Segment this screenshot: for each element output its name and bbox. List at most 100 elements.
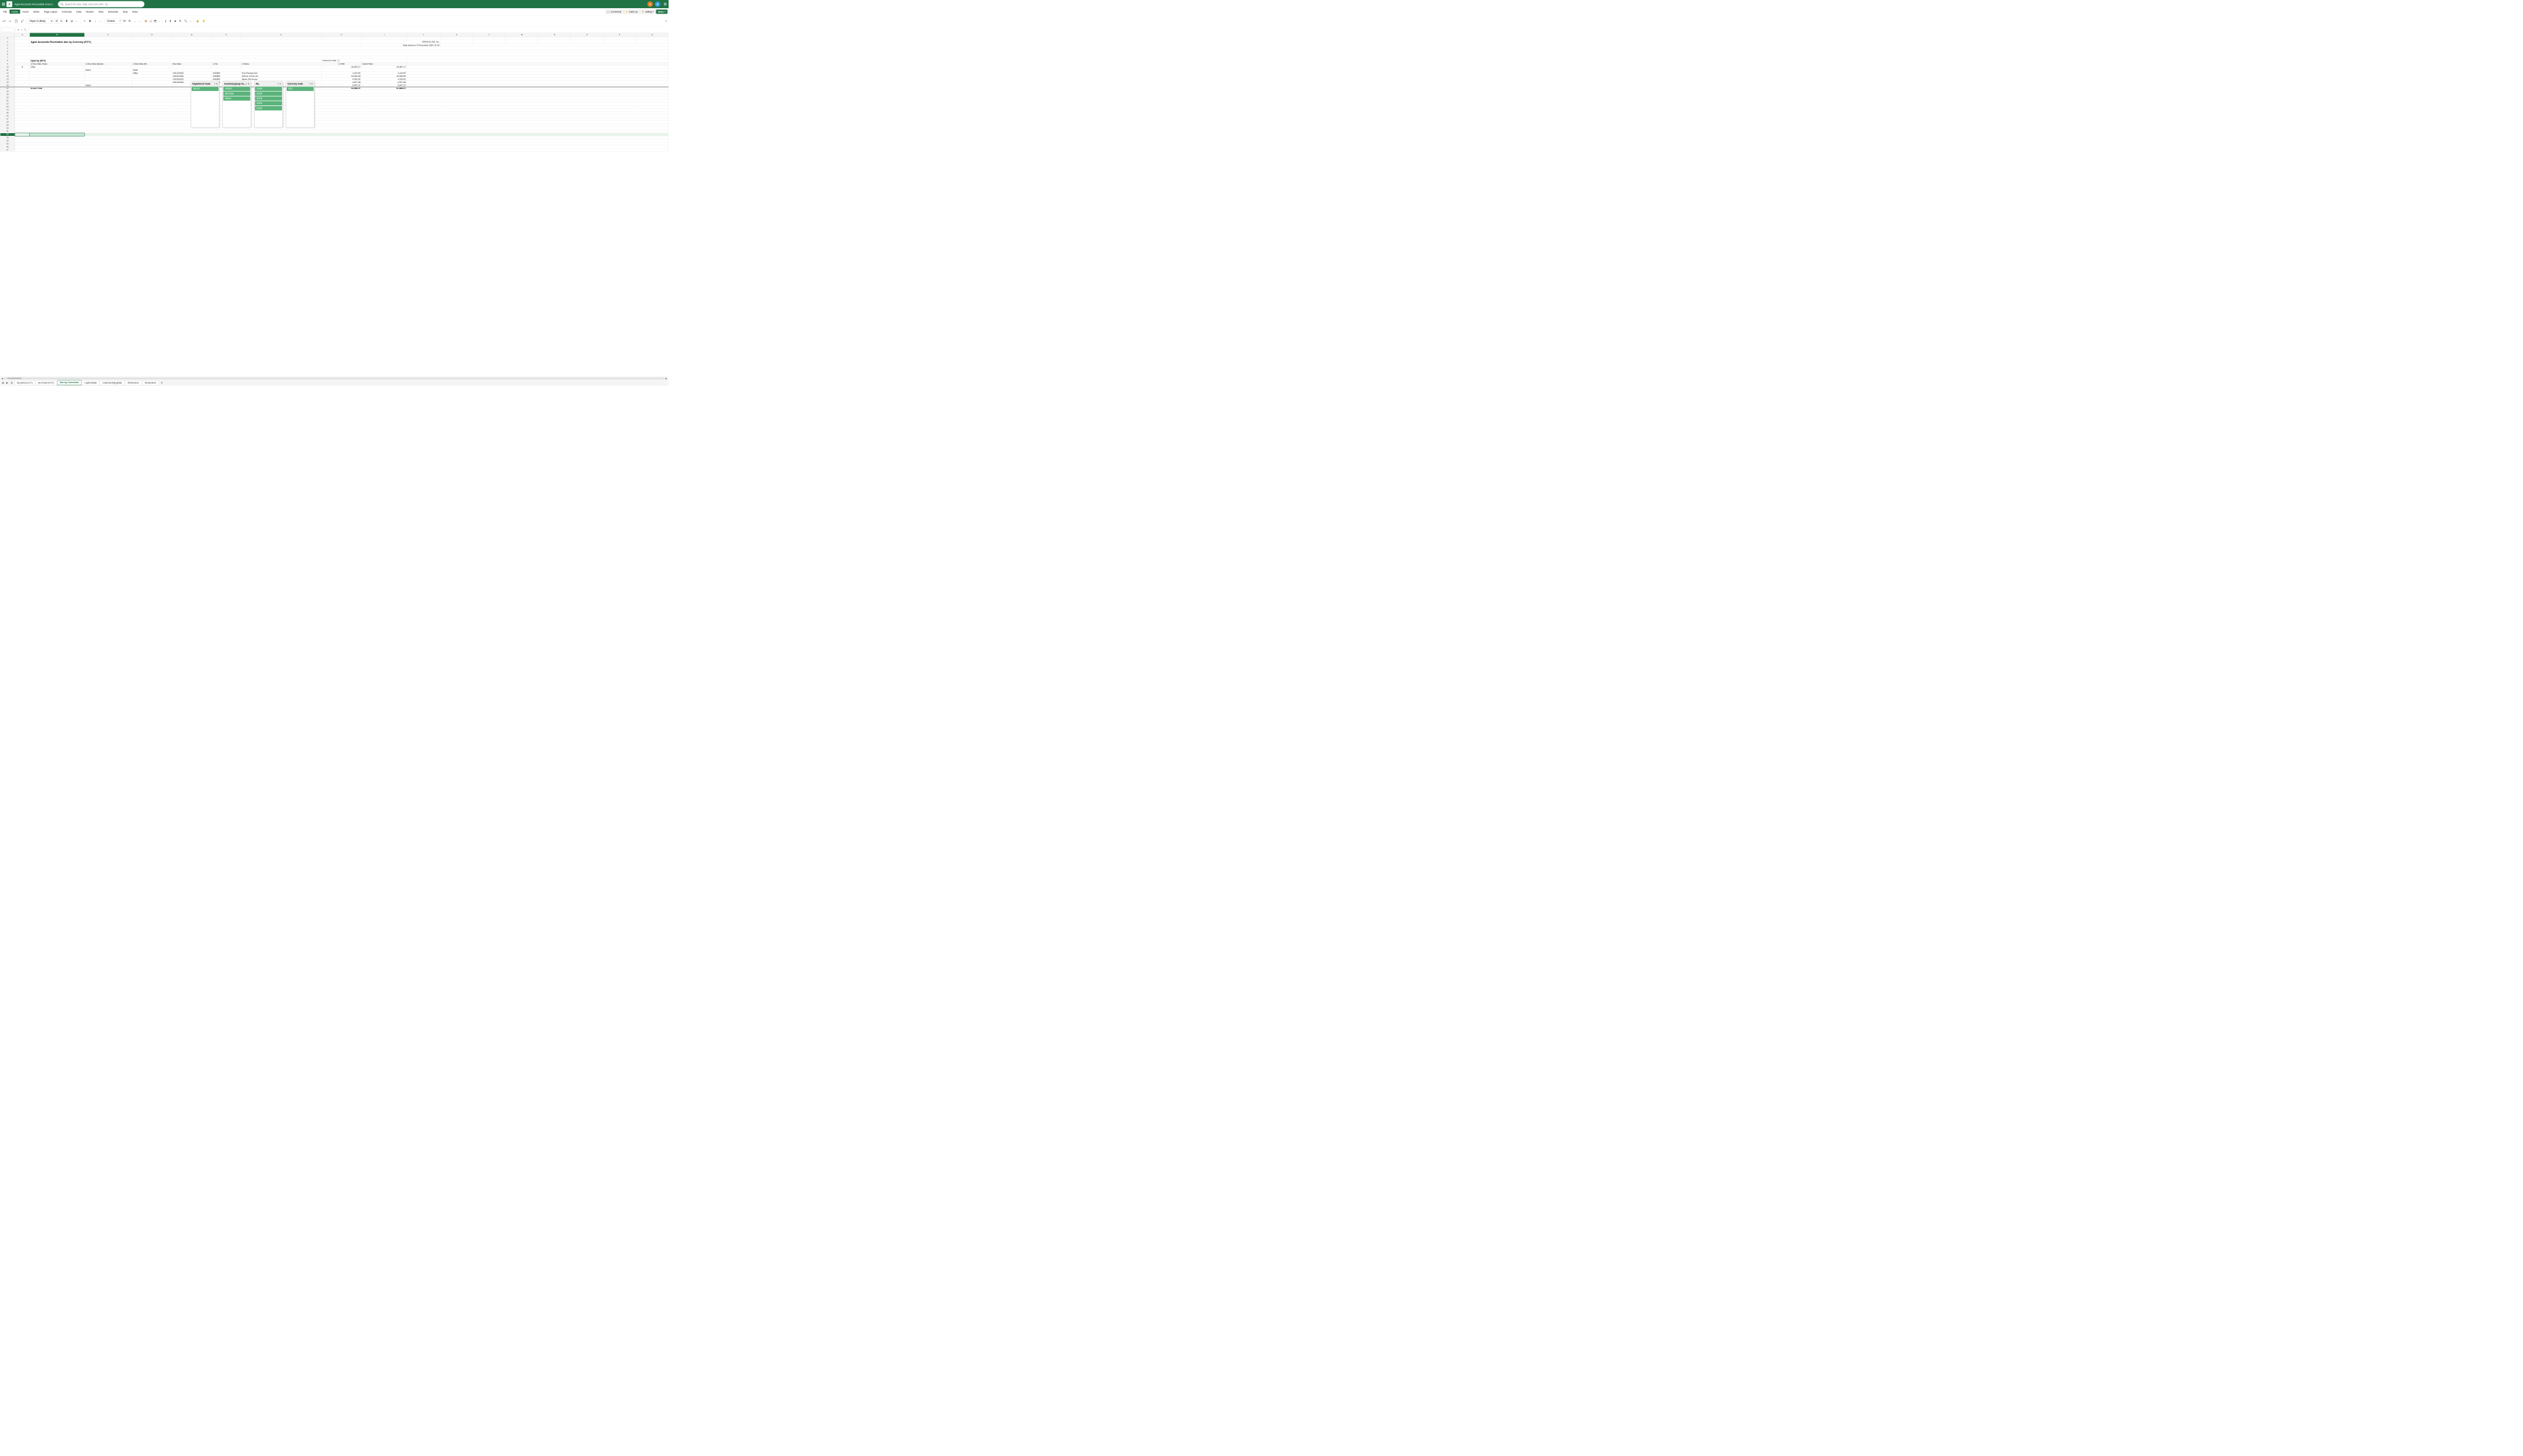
hscroll-thumb[interactable] [7, 378, 22, 379]
cell-h8[interactable]: Currency Code ▾ [321, 59, 361, 63]
hscroll[interactable]: ◀ ▶ [0, 377, 669, 380]
menu-item-home[interactable]: Home [10, 10, 20, 14]
bold-button[interactable]: B [65, 18, 69, 23]
menu-item-help[interactable]: Help [120, 10, 129, 14]
align-icon-button[interactable]: ↕ [93, 18, 98, 23]
catchup-button[interactable]: ⚡ Catch up [624, 10, 640, 14]
align-wrap-button[interactable]: ⊞ [88, 18, 92, 23]
editing-button[interactable]: ✏️ Editing ▾ [640, 10, 656, 14]
sheet-tab-caption-data[interactable]: CaptionData [82, 380, 100, 385]
currency-code-filter[interactable]: ▾ [337, 59, 339, 62]
search-bar[interactable]: 🔍 [58, 1, 144, 7]
user-icon-1[interactable]: A [648, 1, 653, 7]
settings-icon[interactable]: ⚙ [664, 2, 667, 7]
menu-item-data[interactable]: Data [74, 10, 84, 14]
slicer-filter-icon-cg[interactable]: ≡ [246, 83, 247, 85]
sheet-tab-dimension2[interactable]: Dimension2 [142, 380, 159, 385]
slicer-filter-icon-cc[interactable]: ≡ [309, 83, 311, 85]
cancel-formula-icon[interactable]: ✕ [17, 28, 20, 32]
sheet-nav-prev[interactable]: ◀ [1, 380, 5, 385]
user-icon-2[interactable]: B [655, 1, 660, 7]
sensitivity-icon[interactable]: 🔒 [195, 19, 200, 23]
sheet-add-button[interactable]: + [159, 381, 164, 385]
slicer-filter-icon-no[interactable]: ≡ [277, 83, 279, 85]
slicer-clear-icon-cg[interactable]: ✕ [248, 83, 249, 85]
menu-item-automate[interactable]: Automate [106, 10, 120, 14]
slicer-item-medium[interactable]: MEDIUM [224, 92, 251, 96]
sheet-tab-by-period-lcy[interactable]: By period (LCY) [14, 380, 35, 385]
more-align-icon[interactable]: ⋯ [99, 19, 103, 22]
menu-item-formulas[interactable]: Formulas [60, 10, 74, 14]
expand-ribbon[interactable]: ∧ [665, 20, 667, 23]
comma-button[interactable]: , [133, 18, 137, 23]
align-left-button[interactable]: ≡ [82, 18, 87, 23]
underline-button[interactable]: U [69, 18, 74, 23]
format-as-table[interactable]: 📊 [149, 20, 153, 23]
quarter-filter-icon[interactable]: ▾ [86, 63, 88, 65]
hscroll-track[interactable] [4, 378, 665, 379]
slicer-clear-icon-no[interactable]: ✕ [279, 83, 281, 85]
redo-button[interactable]: ↪ [7, 18, 12, 24]
usd-filter-icon[interactable]: ▾ [338, 63, 340, 65]
fill-button[interactable]: ⬇ [169, 19, 173, 23]
function-icon[interactable]: fx [24, 28, 27, 32]
find-button[interactable]: 🔍 [183, 19, 188, 23]
currency-format-button[interactable]: $▾ [123, 19, 127, 22]
slicer-item-50000[interactable]: 50000 [255, 106, 282, 110]
clear-button[interactable]: ◈ [173, 19, 177, 23]
sheet-tab-due-by-currencies[interactable]: Due by Currencies [57, 380, 82, 385]
more-styles-icon[interactable]: ⋯ [158, 19, 160, 22]
slicer-item-40000[interactable]: 40000 [255, 101, 282, 105]
slicer-item-usd[interactable]: USD [287, 86, 314, 90]
slicer-item-20000[interactable]: 20000 [255, 92, 282, 96]
more-number-icon[interactable]: ⋯ [138, 19, 141, 22]
search-input[interactable] [65, 3, 142, 5]
cell-reference-input[interactable]: B32 [1, 28, 14, 32]
slicer-item-large[interactable]: LARGE [224, 86, 251, 90]
name-filter-icon[interactable]: ▾ [242, 63, 244, 65]
undo-button[interactable]: ↩ ▾ [1, 18, 7, 24]
slicer-item-30000[interactable]: 30000 [255, 96, 282, 101]
no-filter-icon[interactable]: ▾ [213, 63, 215, 65]
slicer-clear-icon[interactable]: ✕ [216, 83, 217, 85]
sheet-menu-icon[interactable]: ☰ [10, 380, 14, 385]
sum-button[interactable]: Σ [164, 19, 167, 22]
number-format-selector[interactable]: General ▾ [106, 18, 122, 23]
menu-item-draw[interactable]: Draw [130, 10, 139, 14]
confirm-formula-icon[interactable]: ✓ [20, 28, 23, 32]
grid-icon[interactable]: ⊞ [2, 2, 5, 7]
more-icon[interactable]: ⋯ [75, 19, 79, 22]
slicer-item-sales[interactable]: SALES [192, 86, 219, 90]
sheet-tab-customer-aging[interactable]: CustomerAgingData [100, 380, 125, 385]
menu-item-file[interactable]: File [1, 10, 10, 14]
menu-item-view[interactable]: View [96, 10, 106, 14]
menu-item-review[interactable]: Review [84, 10, 96, 14]
percent-button[interactable]: % [127, 18, 132, 23]
sort-filter[interactable]: ⇅ [178, 19, 182, 23]
more-icons[interactable]: ⋯ [189, 19, 192, 22]
slicer-item-small[interactable]: SMALL [224, 96, 251, 101]
slicer-item-10000[interactable]: 10000 [255, 86, 282, 90]
slicer-filter-icon[interactable]: ≡ [214, 83, 215, 85]
scroll-right-icon[interactable]: ▶ [665, 377, 668, 380]
slicer-clear-icon-cc[interactable]: ✕ [311, 83, 313, 85]
sheet-tab-by-period-fcy[interactable]: By Period (FCY) [35, 380, 56, 385]
sheet-nav-next[interactable]: ▶ [5, 380, 10, 385]
sheet-tab-dimension1[interactable]: Dimension1 [125, 380, 142, 385]
cell-styles[interactable]: 🗂 [154, 20, 158, 23]
format-painter[interactable]: 🖌 [20, 18, 24, 23]
conditional-format[interactable]: 🎨 [144, 20, 148, 23]
year-filter-icon[interactable]: ▾ [31, 63, 33, 65]
paste-button[interactable]: 📋 [14, 18, 19, 24]
font-size-selector[interactable]: 10 [54, 18, 63, 23]
row-num-37[interactable]: 37 [0, 148, 15, 152]
menu-item-pagelayout[interactable]: Page Layout [42, 10, 60, 14]
comments-button[interactable]: 💬 Comments [605, 10, 623, 14]
share-button[interactable]: Share ▾ [656, 10, 667, 14]
menu-item-share[interactable]: Share [31, 10, 42, 14]
ideas-icon[interactable]: 💡 [201, 19, 207, 23]
formula-input[interactable] [30, 28, 668, 31]
menu-item-insert[interactable]: Insert [20, 10, 31, 14]
font-name-selector[interactable]: Segoe UI (Body) [28, 18, 53, 23]
month-filter-icon[interactable]: ▾ [133, 63, 135, 65]
